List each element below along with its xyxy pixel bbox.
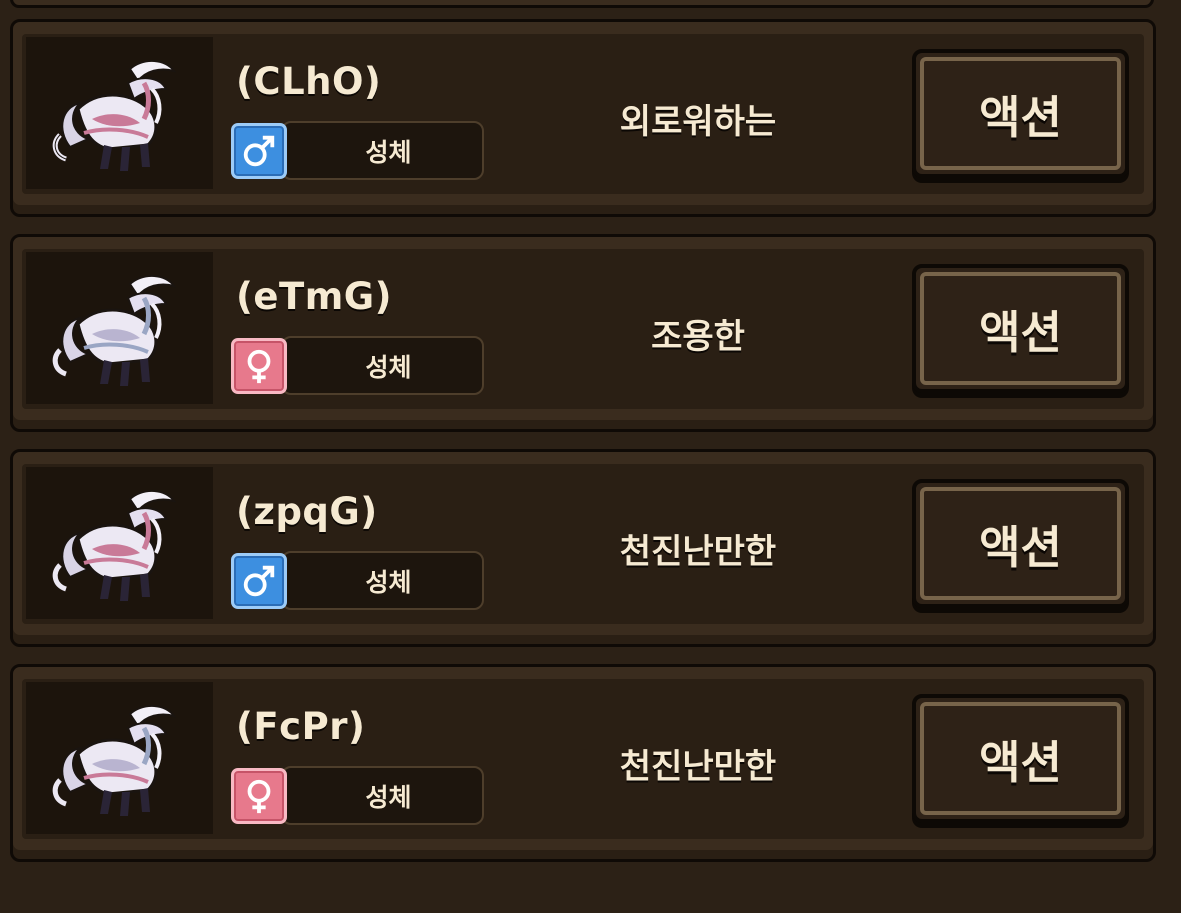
creature-name: (eTmG) [236,275,393,318]
growth-stage-label: 성체 [281,551,484,610]
creature-list: (CLhO) 성체 외로워하는 액션 (eTmG) 성체 조용한 액션 (zpq… [10,19,1156,879]
gender-badge [231,123,287,179]
creature-portrait [26,252,213,404]
creature-portrait [26,467,213,619]
action-button[interactable]: 액션 [912,694,1129,823]
female-symbol-icon [247,349,271,384]
dragon-creature-sprite-icon [52,275,177,386]
creature-card: (CLhO) 성체 외로워하는 액션 [10,19,1156,217]
action-button[interactable]: 액션 [912,264,1129,393]
action-button[interactable]: 액션 [912,49,1129,178]
growth-stage-label: 성체 [281,766,484,825]
gender-badge [231,553,287,609]
gender-badge [231,338,287,394]
creature-name: (FcPr) [236,705,366,748]
male-symbol-icon [243,565,275,597]
creature-card: (FcPr) 성체 천진난만한 액션 [10,664,1156,862]
creature-name: (zpqG) [236,490,378,533]
gender-badge [231,768,287,824]
nature-label: 천진난만한 [619,746,777,787]
dragon-creature-sprite-icon [52,490,177,601]
nature-label: 외로워하는 [619,101,777,142]
action-button-label: 액션 [979,521,1062,574]
nature-label: 조용한 [651,316,745,357]
male-symbol-icon [243,135,275,167]
growth-stage-label: 성체 [281,121,484,180]
dragon-creature-sprite-icon [52,705,177,816]
action-button-label: 액션 [979,736,1062,789]
creature-portrait [26,682,213,834]
action-button[interactable]: 액션 [912,479,1129,608]
creature-portrait [26,37,213,189]
growth-stage-label: 성체 [281,336,484,395]
action-button-label: 액션 [979,91,1062,144]
female-symbol-icon [247,779,271,814]
action-button-label: 액션 [979,306,1062,359]
creature-card: (zpqG) 성체 천진난만한 액션 [10,449,1156,647]
previous-card-edge [10,0,1154,8]
creature-name: (CLhO) [236,60,382,103]
creature-card: (eTmG) 성체 조용한 액션 [10,234,1156,432]
dragon-creature-sprite-icon [52,60,177,171]
nature-label: 천진난만한 [619,531,777,572]
